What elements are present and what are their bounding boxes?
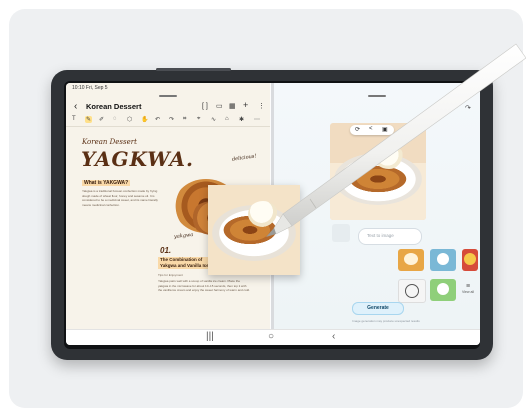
product-stage: 10:10 Fri, Sep 5 ‹ Korean Dessert [ ] ▭ … xyxy=(0,0,526,414)
s-pen-body xyxy=(266,43,526,237)
s-pen-stylus xyxy=(266,43,526,237)
